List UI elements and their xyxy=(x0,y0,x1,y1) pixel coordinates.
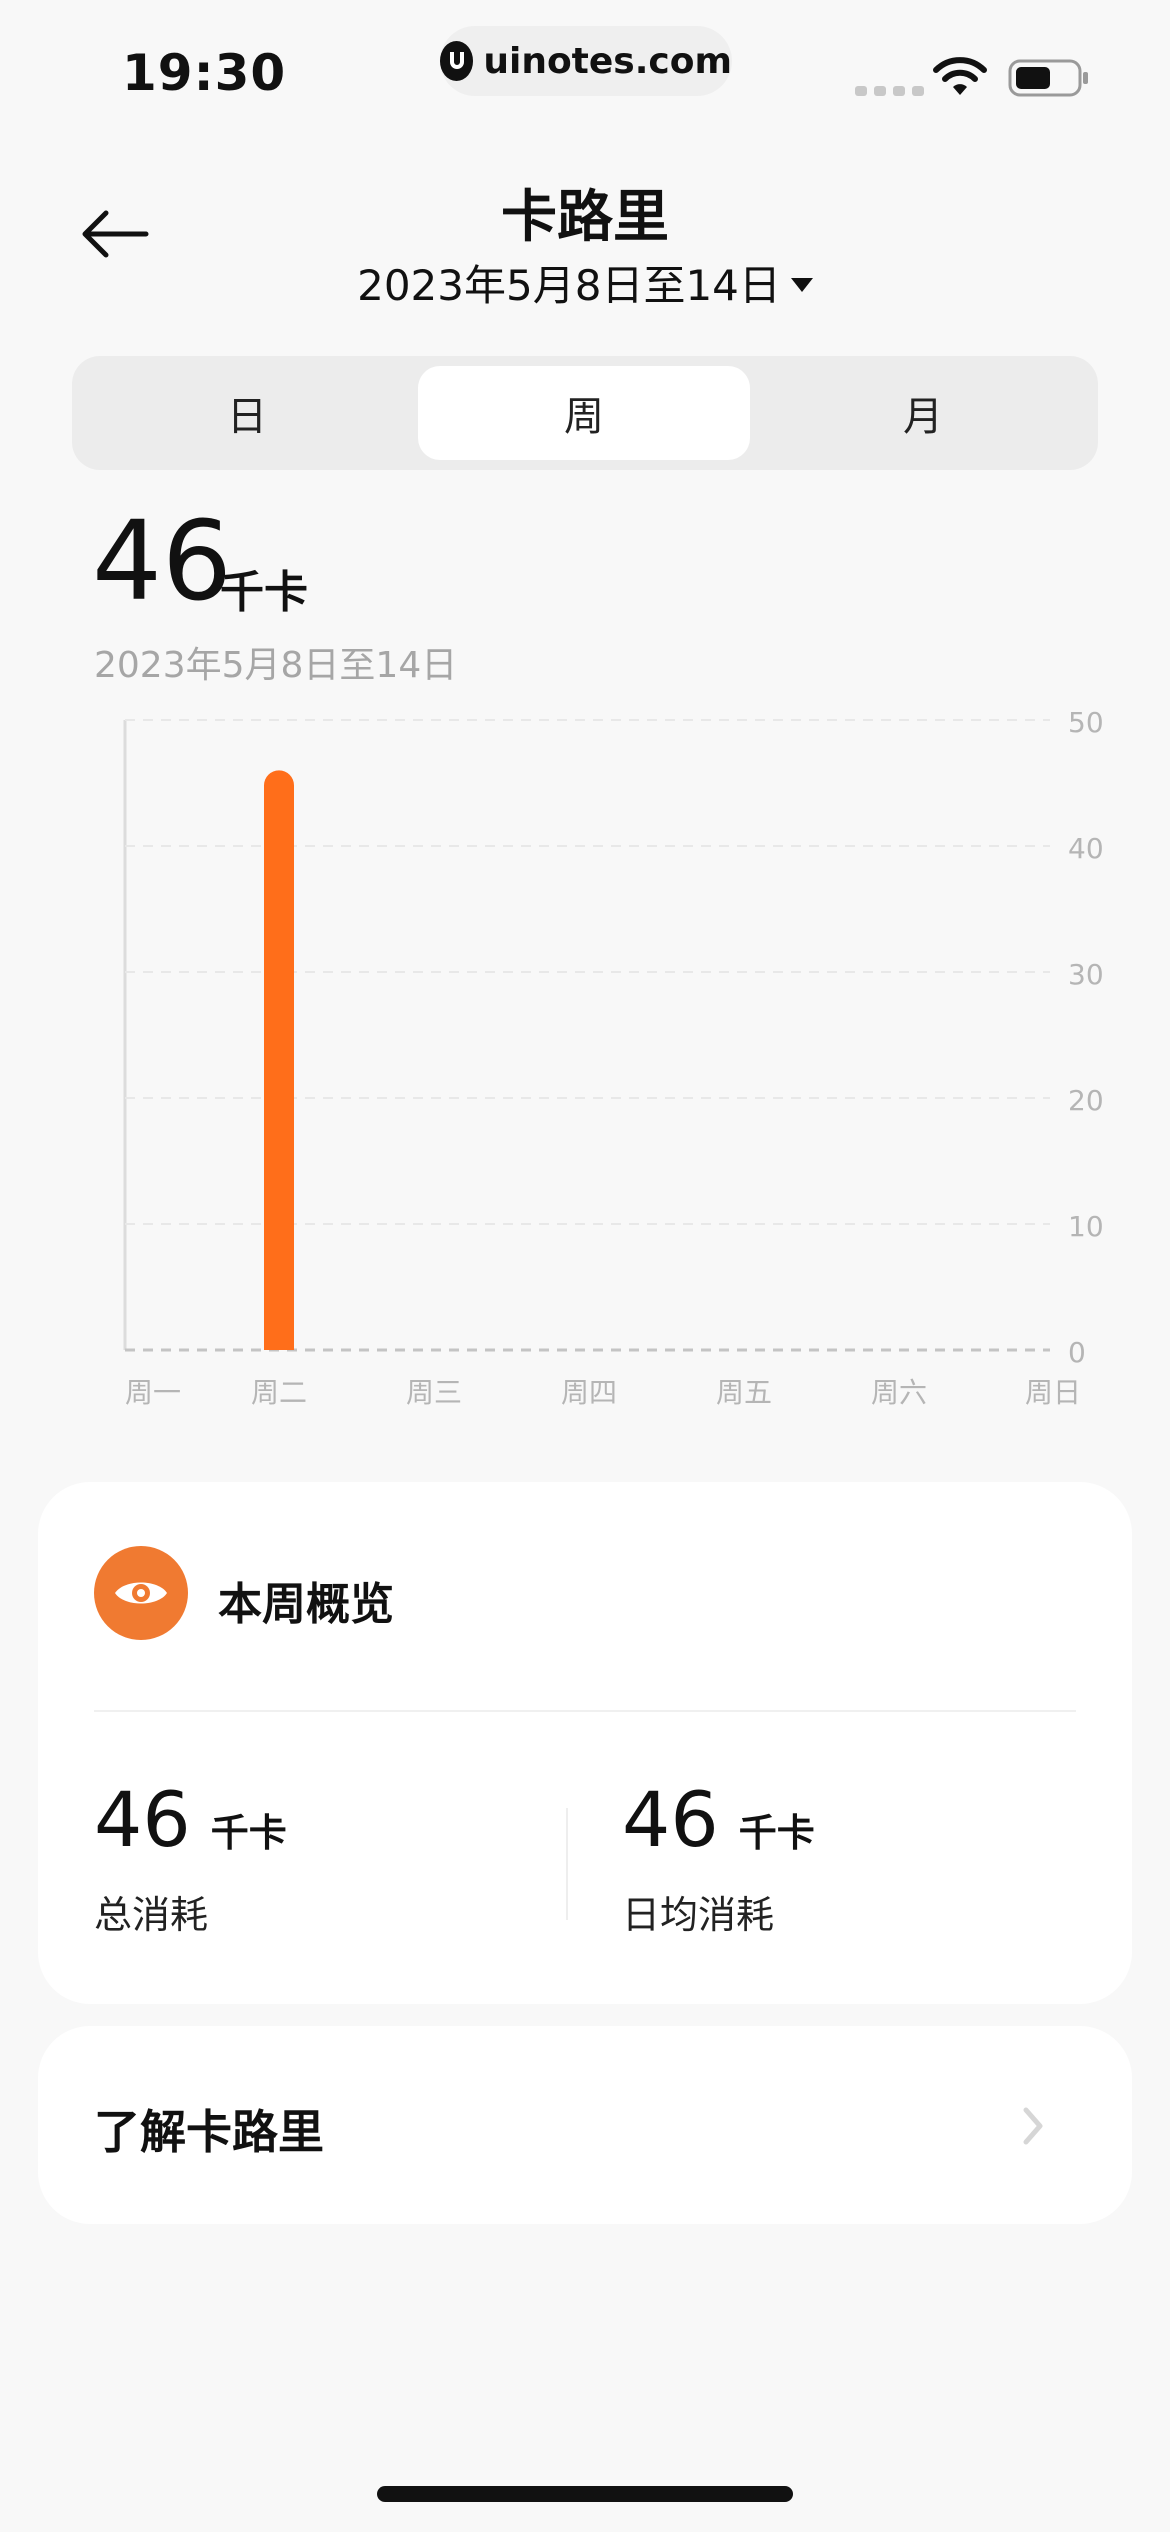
date-range-label: 2023年5月8日至14日 xyxy=(357,261,781,310)
site-label: uinotes.com xyxy=(483,40,732,82)
eye-icon xyxy=(94,1546,188,1640)
page-title: 卡路里 xyxy=(501,185,669,250)
cellular-signal-icon xyxy=(855,86,924,96)
x-tick-label: 周六 xyxy=(871,1376,927,1409)
daily-average-stat: 46 千卡 日均消耗 xyxy=(622,1782,815,1939)
y-tick-label: 30 xyxy=(1068,958,1104,991)
weekly-overview-card: 本周概览 46 千卡 总消耗 46 千卡 日均消耗 xyxy=(38,1482,1132,2004)
total-consumption-stat: 46 千卡 总消耗 xyxy=(94,1782,287,1939)
total-consumption-label: 总消耗 xyxy=(94,1893,209,1937)
y-tick-label: 20 xyxy=(1068,1084,1104,1117)
divider xyxy=(94,1710,1076,1712)
home-indicator xyxy=(377,2486,793,2502)
calorie-page: 19:30 uinotes.com 卡路里 2023年5月8日至14日 日 周 … xyxy=(0,0,1170,2532)
x-tick-label: 周日 xyxy=(1025,1376,1081,1409)
x-tick-label: 周四 xyxy=(561,1376,617,1409)
daily-average-value: 46 xyxy=(622,1775,719,1864)
date-range-selector[interactable]: 2023年5月8日至14日 xyxy=(0,252,1170,313)
status-time: 19:30 xyxy=(122,44,287,102)
dropdown-caret-icon xyxy=(790,277,813,292)
y-tick-label: 10 xyxy=(1068,1210,1104,1243)
tab-week[interactable]: 周 xyxy=(418,366,750,460)
overview-title: 本周概览 xyxy=(218,1579,394,1630)
x-tick-label: 周二 xyxy=(251,1376,307,1409)
tab-month[interactable]: 月 xyxy=(758,366,1088,460)
total-calories-unit: 千卡 xyxy=(220,567,308,618)
wifi-icon xyxy=(933,57,987,95)
tab-day[interactable]: 日 xyxy=(82,366,412,460)
battery-icon xyxy=(1008,59,1088,97)
chevron-right-icon xyxy=(1023,2107,1043,2145)
total-consumption-value: 46 xyxy=(94,1775,191,1864)
daily-average-label: 日均消耗 xyxy=(622,1893,775,1937)
weekly-calorie-chart: 50 40 30 20 10 0 周一 周二 周三 周四 周五 周六 周日 xyxy=(123,706,1104,1409)
y-tick-label: 40 xyxy=(1068,832,1104,865)
daily-average-unit: 千卡 xyxy=(738,1811,815,1855)
y-tick-label: 0 xyxy=(1068,1336,1086,1369)
bar xyxy=(264,770,294,1350)
site-badge: uinotes.com xyxy=(440,26,732,96)
learn-calories-label: 了解卡路里 xyxy=(94,2105,324,2159)
stat-divider xyxy=(566,1808,568,1920)
learn-calories-row[interactable]: 了解卡路里 xyxy=(38,2026,1132,2224)
x-tick-label: 周三 xyxy=(406,1376,462,1409)
total-consumption-unit: 千卡 xyxy=(210,1811,287,1855)
y-tick-label: 50 xyxy=(1068,706,1104,739)
period-segmented-control: 日 周 月 xyxy=(72,356,1098,470)
x-tick-label: 周一 xyxy=(125,1376,181,1409)
summary-date-range: 2023年5月8日至14日 xyxy=(94,645,458,686)
x-tick-label: 周五 xyxy=(716,1376,772,1409)
total-calories-value: 46 xyxy=(92,497,232,625)
bar-base xyxy=(264,1320,294,1350)
site-logo-icon xyxy=(440,41,474,81)
